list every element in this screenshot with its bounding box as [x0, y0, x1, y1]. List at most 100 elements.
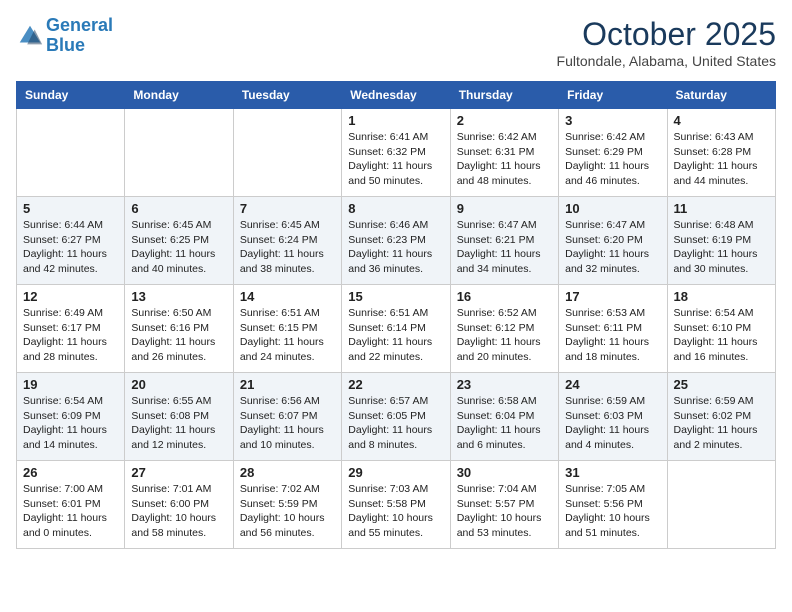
day-number: 12	[23, 289, 118, 304]
weekday-header-row: SundayMondayTuesdayWednesdayThursdayFrid…	[17, 82, 776, 109]
day-number: 18	[674, 289, 769, 304]
cell-details: Sunrise: 6:54 AM Sunset: 6:10 PM Dayligh…	[674, 306, 769, 365]
calendar-cell: 15 Sunrise: 6:51 AM Sunset: 6:14 PM Dayli…	[342, 285, 450, 373]
calendar-cell: 19 Sunrise: 6:54 AM Sunset: 6:09 PM Dayli…	[17, 373, 125, 461]
weekday-header-sunday: Sunday	[17, 82, 125, 109]
calendar-cell	[17, 109, 125, 197]
calendar-cell	[125, 109, 233, 197]
day-number: 13	[131, 289, 226, 304]
cell-details: Sunrise: 6:43 AM Sunset: 6:28 PM Dayligh…	[674, 130, 769, 189]
weekday-header-thursday: Thursday	[450, 82, 558, 109]
day-number: 16	[457, 289, 552, 304]
day-number: 29	[348, 465, 443, 480]
cell-details: Sunrise: 7:05 AM Sunset: 5:56 PM Dayligh…	[565, 482, 660, 541]
day-number: 2	[457, 113, 552, 128]
day-number: 8	[348, 201, 443, 216]
cell-details: Sunrise: 6:45 AM Sunset: 6:25 PM Dayligh…	[131, 218, 226, 277]
calendar-cell: 16 Sunrise: 6:52 AM Sunset: 6:12 PM Dayli…	[450, 285, 558, 373]
month-title: October 2025	[557, 16, 776, 53]
calendar-cell: 4 Sunrise: 6:43 AM Sunset: 6:28 PM Daylig…	[667, 109, 775, 197]
day-number: 9	[457, 201, 552, 216]
day-number: 3	[565, 113, 660, 128]
day-number: 6	[131, 201, 226, 216]
day-number: 28	[240, 465, 335, 480]
calendar-cell: 26 Sunrise: 7:00 AM Sunset: 6:01 PM Dayli…	[17, 461, 125, 549]
cell-details: Sunrise: 6:41 AM Sunset: 6:32 PM Dayligh…	[348, 130, 443, 189]
weekday-header-monday: Monday	[125, 82, 233, 109]
cell-details: Sunrise: 6:54 AM Sunset: 6:09 PM Dayligh…	[23, 394, 118, 453]
calendar-cell: 6 Sunrise: 6:45 AM Sunset: 6:25 PM Daylig…	[125, 197, 233, 285]
logo: General Blue	[16, 16, 113, 56]
cell-details: Sunrise: 6:51 AM Sunset: 6:15 PM Dayligh…	[240, 306, 335, 365]
weekday-header-tuesday: Tuesday	[233, 82, 341, 109]
cell-details: Sunrise: 6:52 AM Sunset: 6:12 PM Dayligh…	[457, 306, 552, 365]
day-number: 30	[457, 465, 552, 480]
calendar-cell: 24 Sunrise: 6:59 AM Sunset: 6:03 PM Dayli…	[559, 373, 667, 461]
calendar-cell: 3 Sunrise: 6:42 AM Sunset: 6:29 PM Daylig…	[559, 109, 667, 197]
cell-details: Sunrise: 7:04 AM Sunset: 5:57 PM Dayligh…	[457, 482, 552, 541]
cell-details: Sunrise: 6:48 AM Sunset: 6:19 PM Dayligh…	[674, 218, 769, 277]
calendar-cell	[233, 109, 341, 197]
cell-details: Sunrise: 7:03 AM Sunset: 5:58 PM Dayligh…	[348, 482, 443, 541]
cell-details: Sunrise: 6:57 AM Sunset: 6:05 PM Dayligh…	[348, 394, 443, 453]
calendar-cell: 27 Sunrise: 7:01 AM Sunset: 6:00 PM Dayli…	[125, 461, 233, 549]
logo-icon	[16, 22, 44, 50]
calendar-table: SundayMondayTuesdayWednesdayThursdayFrid…	[16, 81, 776, 549]
day-number: 15	[348, 289, 443, 304]
calendar-cell: 25 Sunrise: 6:59 AM Sunset: 6:02 PM Dayli…	[667, 373, 775, 461]
cell-details: Sunrise: 7:01 AM Sunset: 6:00 PM Dayligh…	[131, 482, 226, 541]
day-number: 24	[565, 377, 660, 392]
day-number: 26	[23, 465, 118, 480]
cell-details: Sunrise: 6:58 AM Sunset: 6:04 PM Dayligh…	[457, 394, 552, 453]
cell-details: Sunrise: 6:56 AM Sunset: 6:07 PM Dayligh…	[240, 394, 335, 453]
calendar-cell: 14 Sunrise: 6:51 AM Sunset: 6:15 PM Dayli…	[233, 285, 341, 373]
calendar-cell: 11Sunrise: 6:48 AM Sunset: 6:19 PM Dayli…	[667, 197, 775, 285]
cell-details: Sunrise: 6:51 AM Sunset: 6:14 PM Dayligh…	[348, 306, 443, 365]
calendar-cell: 29 Sunrise: 7:03 AM Sunset: 5:58 PM Dayli…	[342, 461, 450, 549]
calendar-cell: 31 Sunrise: 7:05 AM Sunset: 5:56 PM Dayli…	[559, 461, 667, 549]
calendar-cell: 17 Sunrise: 6:53 AM Sunset: 6:11 PM Dayli…	[559, 285, 667, 373]
calendar-cell: 12Sunrise: 6:49 AM Sunset: 6:17 PM Dayli…	[17, 285, 125, 373]
day-number: 17	[565, 289, 660, 304]
cell-details: Sunrise: 6:42 AM Sunset: 6:29 PM Dayligh…	[565, 130, 660, 189]
cell-details: Sunrise: 6:53 AM Sunset: 6:11 PM Dayligh…	[565, 306, 660, 365]
day-number: 25	[674, 377, 769, 392]
day-number: 22	[348, 377, 443, 392]
calendar-cell: 7Sunrise: 6:45 AM Sunset: 6:24 PM Daylig…	[233, 197, 341, 285]
logo-line1: General	[46, 15, 113, 35]
page-header: General Blue October 2025 Fultondale, Al…	[16, 16, 776, 69]
cell-details: Sunrise: 6:55 AM Sunset: 6:08 PM Dayligh…	[131, 394, 226, 453]
calendar-cell	[667, 461, 775, 549]
calendar-cell: 10 Sunrise: 6:47 AM Sunset: 6:20 PM Dayli…	[559, 197, 667, 285]
day-number: 10	[565, 201, 660, 216]
calendar-cell: 21Sunrise: 6:56 AM Sunset: 6:07 PM Dayli…	[233, 373, 341, 461]
cell-details: Sunrise: 6:46 AM Sunset: 6:23 PM Dayligh…	[348, 218, 443, 277]
title-block: October 2025 Fultondale, Alabama, United…	[557, 16, 776, 69]
day-number: 1	[348, 113, 443, 128]
cell-details: Sunrise: 7:02 AM Sunset: 5:59 PM Dayligh…	[240, 482, 335, 541]
calendar-cell: 1 Sunrise: 6:41 AM Sunset: 6:32 PM Daylig…	[342, 109, 450, 197]
cell-details: Sunrise: 6:45 AM Sunset: 6:24 PM Dayligh…	[240, 218, 335, 277]
calendar-cell: 18 Sunrise: 6:54 AM Sunset: 6:10 PM Dayli…	[667, 285, 775, 373]
cell-details: Sunrise: 6:47 AM Sunset: 6:20 PM Dayligh…	[565, 218, 660, 277]
cell-details: Sunrise: 6:44 AM Sunset: 6:27 PM Dayligh…	[23, 218, 118, 277]
cell-details: Sunrise: 6:59 AM Sunset: 6:02 PM Dayligh…	[674, 394, 769, 453]
calendar-cell: 23Sunrise: 6:58 AM Sunset: 6:04 PM Dayli…	[450, 373, 558, 461]
cell-details: Sunrise: 6:59 AM Sunset: 6:03 PM Dayligh…	[565, 394, 660, 453]
calendar-cell: 28 Sunrise: 7:02 AM Sunset: 5:59 PM Dayli…	[233, 461, 341, 549]
calendar-cell: 8 Sunrise: 6:46 AM Sunset: 6:23 PM Daylig…	[342, 197, 450, 285]
day-number: 31	[565, 465, 660, 480]
cell-details: Sunrise: 6:50 AM Sunset: 6:16 PM Dayligh…	[131, 306, 226, 365]
day-number: 14	[240, 289, 335, 304]
cell-details: Sunrise: 7:00 AM Sunset: 6:01 PM Dayligh…	[23, 482, 118, 541]
calendar-cell: 22 Sunrise: 6:57 AM Sunset: 6:05 PM Dayli…	[342, 373, 450, 461]
cell-details: Sunrise: 6:42 AM Sunset: 6:31 PM Dayligh…	[457, 130, 552, 189]
day-number: 19	[23, 377, 118, 392]
logo-text: General Blue	[46, 16, 113, 56]
day-number: 20	[131, 377, 226, 392]
logo-line2: Blue	[46, 35, 85, 55]
cell-details: Sunrise: 6:47 AM Sunset: 6:21 PM Dayligh…	[457, 218, 552, 277]
day-number: 27	[131, 465, 226, 480]
day-number: 4	[674, 113, 769, 128]
calendar-cell: 20 Sunrise: 6:55 AM Sunset: 6:08 PM Dayli…	[125, 373, 233, 461]
